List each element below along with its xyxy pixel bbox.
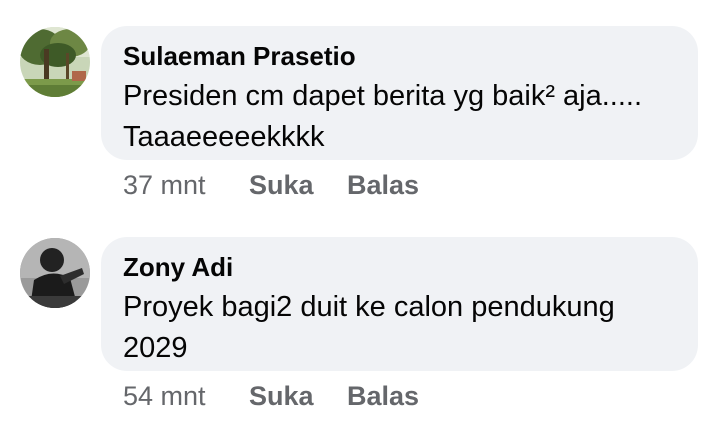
comment-actions: 54 mnt Suka Balas	[123, 381, 419, 412]
comment-timestamp[interactable]: 37 mnt	[123, 170, 249, 201]
comment-author[interactable]: Sulaeman Prasetio	[123, 38, 676, 74]
like-button[interactable]: Suka	[249, 381, 347, 412]
comment-bubble: Sulaeman Prasetio Presiden cm dapet beri…	[101, 26, 698, 160]
comment-text: Presiden cm dapet berita yg baik² aja...…	[123, 80, 643, 153]
comment-bubble: Zony Adi Proyek bagi2 duit ke calon pend…	[101, 237, 698, 371]
person-avatar-icon	[20, 238, 90, 308]
avatar[interactable]	[20, 27, 90, 97]
tree-avatar-icon	[20, 27, 90, 97]
reply-button[interactable]: Balas	[347, 381, 419, 412]
comment-text: Proyek bagi2 duit ke calon pendukung 202…	[123, 291, 615, 364]
reply-button[interactable]: Balas	[347, 170, 419, 201]
avatar[interactable]	[20, 238, 90, 308]
like-button[interactable]: Suka	[249, 170, 347, 201]
comment-author[interactable]: Zony Adi	[123, 249, 676, 285]
comment-timestamp[interactable]: 54 mnt	[123, 381, 249, 412]
comment-actions: 37 mnt Suka Balas	[123, 170, 419, 201]
